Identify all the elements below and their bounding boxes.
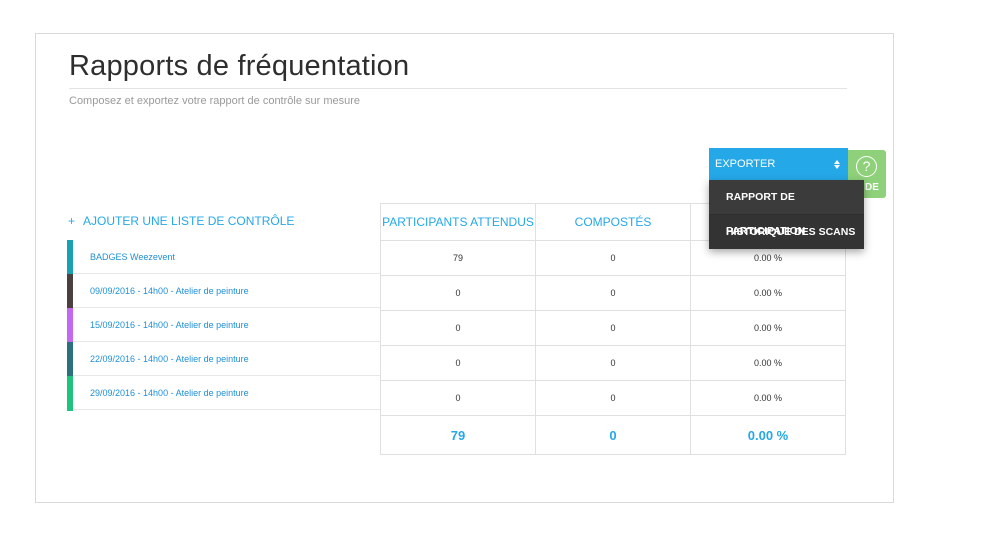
add-control-list-link[interactable]: + AJOUTER UNE LISTE DE CONTRÔLE xyxy=(68,214,294,228)
expected-cell: 0 xyxy=(380,275,536,311)
list-color-marker xyxy=(67,376,73,411)
question-icon: ? xyxy=(856,156,877,177)
report-card: Rapports de fréquentation Composez et ex… xyxy=(35,33,894,503)
menu-item-scan-history[interactable]: HISTORIQUE DES SCANS xyxy=(709,214,864,249)
rate-cell: 0.00 % xyxy=(690,380,846,416)
list-color-marker xyxy=(67,274,73,309)
export-label: EXPORTER xyxy=(715,158,776,170)
list-color-marker xyxy=(67,308,73,343)
menu-item-participation-report[interactable]: RAPPORT DE PARTICIPATION xyxy=(709,180,864,237)
add-control-list-label: AJOUTER UNE LISTE DE CONTRÔLE xyxy=(83,214,295,228)
list-color-marker xyxy=(67,240,73,275)
page-subtitle: Composez et exportez votre rapport de co… xyxy=(69,95,361,107)
scanned-cell: 0 xyxy=(535,275,691,311)
expected-cell: 0 xyxy=(380,345,536,381)
list-item: BADGES Weezevent xyxy=(67,240,380,275)
plus-icon: + xyxy=(68,214,76,228)
scanned-cell: 0 xyxy=(535,240,691,276)
table-row: 0 0 0.00 % xyxy=(380,310,846,346)
list-item-name[interactable]: BADGES Weezevent xyxy=(90,252,175,262)
scanned-cell: 0 xyxy=(535,310,691,346)
rate-cell: 0.00 % xyxy=(690,345,846,381)
scanned-cell: 0 xyxy=(535,380,691,416)
list-item: 22/09/2016 - 14h00 - Atelier de peinture xyxy=(67,342,380,377)
sort-arrows-icon xyxy=(834,159,840,169)
column-header-scanned[interactable]: COMPOSTÉS xyxy=(535,203,691,241)
list-item-name[interactable]: 15/09/2016 - 14h00 - Atelier de peinture xyxy=(90,320,249,330)
help-label: DE xyxy=(865,182,879,193)
table-row: 0 0 0.00 % xyxy=(380,345,846,381)
table-row: 0 0 0.00 % xyxy=(380,380,846,416)
rate-cell: 0.00 % xyxy=(690,275,846,311)
total-rate: 0.00 % xyxy=(690,415,846,455)
list-item: 09/09/2016 - 14h00 - Atelier de peinture xyxy=(67,274,380,309)
table-row: 0 0 0.00 % xyxy=(380,275,846,311)
page-title: Rapports de fréquentation xyxy=(69,50,410,82)
export-dropdown-button[interactable]: EXPORTER xyxy=(709,148,848,180)
totals-row: 79 0 0.00 % xyxy=(380,415,846,455)
list-color-marker xyxy=(67,342,73,377)
total-scanned: 0 xyxy=(535,415,691,455)
list-item: 15/09/2016 - 14h00 - Atelier de peinture xyxy=(67,308,380,343)
total-expected: 79 xyxy=(380,415,536,455)
expected-cell: 0 xyxy=(380,380,536,416)
expected-cell: 79 xyxy=(380,240,536,276)
list-item-name[interactable]: 29/09/2016 - 14h00 - Atelier de peinture xyxy=(90,388,249,398)
export-menu: RAPPORT DE PARTICIPATION HISTORIQUE DES … xyxy=(709,180,864,249)
rate-cell: 0.00 % xyxy=(690,310,846,346)
list-item: 29/09/2016 - 14h00 - Atelier de peinture xyxy=(67,376,380,411)
expected-cell: 0 xyxy=(380,310,536,346)
column-header-expected[interactable]: PARTICIPANTS ATTENDUS xyxy=(380,203,536,241)
title-divider xyxy=(69,88,847,89)
control-list: BADGES Weezevent 09/09/2016 - 14h00 - At… xyxy=(67,240,380,411)
list-item-name[interactable]: 22/09/2016 - 14h00 - Atelier de peinture xyxy=(90,354,249,364)
list-item-name[interactable]: 09/09/2016 - 14h00 - Atelier de peinture xyxy=(90,286,249,296)
scanned-cell: 0 xyxy=(535,345,691,381)
